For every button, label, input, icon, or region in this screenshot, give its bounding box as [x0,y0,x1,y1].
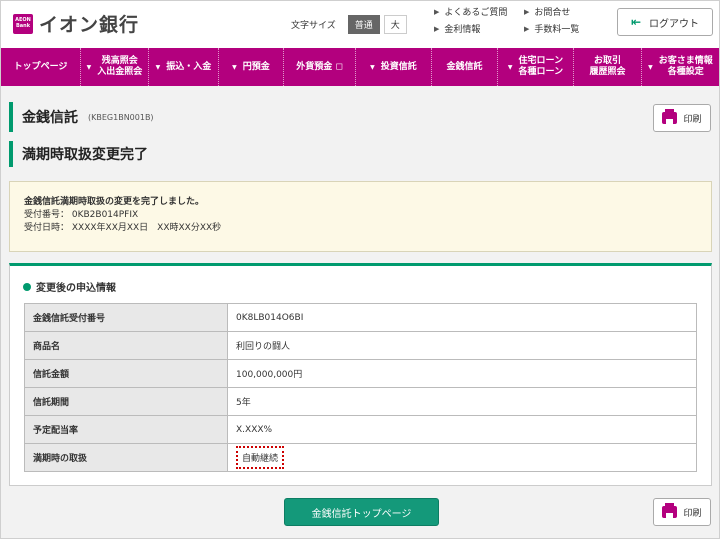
caret-down-icon: ▼ [648,63,653,71]
page: AEON Bank イオン銀行 文字サイズ 普通 大 ▶ よくあるご質問 ▶ お問合… [0,0,720,539]
row-value: X.XXX% [227,415,697,444]
table-row: 予定配当率 X.XXX% [24,415,697,444]
faq-link[interactable]: ▶ よくあるご質問 [434,5,524,19]
nav-item-label: 住宅ローン 各種ローン [518,56,564,77]
row-key: 金銭信託受付番号 [24,303,228,332]
contact-link[interactable]: ▶ お問合せ [524,5,614,19]
logout-label: ログアウト [649,18,700,30]
printer-icon [662,109,678,124]
logo-mark: AEON Bank [13,13,33,34]
nav-item-label: お取引 履歴照会 [589,56,626,77]
nav-item-label: 振込・入金 [166,61,212,72]
table-row: 商品名 利回りの闘人 [24,331,697,360]
row-key: 信託金額 [24,359,228,388]
application-info-table: 金銭信託受付番号 0K8LB014O6BI 商品名 利回りの闘人 信託金額 10… [24,303,697,472]
nav-item-label: 外貨預金 ◻ [296,61,343,72]
row-value-cell: 自動継続 [227,443,697,472]
caret-down-icon: ▼ [370,63,375,71]
logout-button[interactable]: ⇤ ログアウト [617,8,713,36]
row-value: 0K8LB014O6BI [227,303,697,332]
table-row: 信託金額 100,000,000円 [24,359,697,388]
aeon-bank-logo[interactable]: AEON Bank イオン銀行 [13,10,139,37]
print-button-bottom[interactable]: 印刷 [653,498,711,526]
row-key: 信託期間 [24,387,228,416]
table-row: 金銭信託受付番号 0K8LB014O6BI [24,303,697,332]
nav-item-transfer[interactable]: ▼ 振込・入金 [149,48,219,86]
row-key: 満期時の取扱 [24,443,228,472]
nav-item-label: お客さま情報 各種設定 [658,56,713,77]
nav-item-history[interactable]: お取引 履歴照会 [574,48,642,86]
message-line-1: 金銭信託満期時取扱の変更を完了しました。 [24,197,205,207]
maturity-handling-value: 自動継続 [236,446,285,469]
interest-rate-link[interactable]: ▶ 金利情報 [434,22,524,36]
table-row: 信託期間 5年 [24,387,697,416]
font-size-large-button[interactable]: 大 [383,15,407,34]
arrow-right-icon: ▶ [524,24,530,33]
nav-item-label: 残高照会 入出金照会 [97,56,143,77]
nav-item-customer-settings[interactable]: ▼ お客さま情報 各種設定 [642,48,719,86]
page-title-bar: 金銭信託 (KBEG1BN001B) [9,102,154,132]
interest-rate-link-label: 金利情報 [444,25,481,35]
panel-heading-label: 変更後の申込情報 [36,283,116,294]
nav-item-top[interactable]: トップページ [1,48,81,86]
nav-item-label: 円預金 [242,61,270,72]
nav-item-investment-trust[interactable]: ▼ 投資信託 [356,48,432,86]
font-size-label: 文字サイズ [291,21,336,31]
nav-item-money-trust[interactable]: 金銭信託 [432,48,498,86]
header: AEON Bank イオン銀行 文字サイズ 普通 大 ▶ よくあるご質問 ▶ お問合… [1,1,719,49]
bullet-dot-icon [23,282,31,291]
page-subtitle: 満期時取扱変更完了 [9,141,148,167]
row-value: 5年 [227,387,697,416]
print-label: 印刷 [683,114,702,125]
font-size-switcher: 文字サイズ 普通 大 [291,15,407,34]
logo-text: イオン銀行 [39,14,140,36]
nav-item-yen-deposit[interactable]: ▼ 円預金 [219,48,284,86]
printer-icon [662,503,678,518]
nav-item-label: トップページ [13,61,68,72]
caret-down-icon: ▼ [232,63,237,71]
fees-link[interactable]: ▶ 手数料一覧 [524,22,614,36]
nav-item-label: 投資信託 [380,61,417,72]
arrow-right-icon: ▶ [434,7,440,16]
nav-item-balance[interactable]: ▼ 残高照会 入出金照会 [81,48,149,86]
caret-down-icon: ▼ [86,63,92,71]
row-key: 予定配当率 [24,415,228,444]
print-label: 印刷 [683,508,702,519]
font-size-normal-button[interactable]: 普通 [347,15,380,34]
contact-link-label: お問合せ [534,8,571,18]
updated-application-panel: 変更後の申込情報 金銭信託受付番号 0K8LB014O6BI 商品名 利回りの闘… [9,263,712,486]
caret-down-icon: ▼ [155,63,161,71]
page-title: 金銭信託 [22,110,78,126]
table-row: 満期時の取扱 自動継続 [24,443,697,472]
nav-item-label: 金銭信託 [446,61,483,72]
fees-link-label: 手数料一覧 [534,25,580,35]
message-receipt-number: 受付番号： 0KB2B014PFIX [24,210,139,220]
row-key: 商品名 [24,331,228,360]
screen-code: (KBEG1BN001B) [88,112,154,122]
faq-link-label: よくあるご質問 [444,8,508,18]
arrow-right-icon: ▶ [434,24,440,33]
completion-message: 金銭信託満期時取扱の変更を完了しました。 受付番号： 0KB2B014PFIX … [9,181,712,252]
arrow-right-icon: ▶ [524,7,530,16]
message-receipt-datetime: 受付日時： XXXX年XX月XX日 XX時XX分XX秒 [24,223,222,233]
logout-icon: ⇤ [630,15,642,29]
panel-heading: 変更後の申込情報 [23,279,116,294]
nav-item-loans[interactable]: ▼ 住宅ローン 各種ローン [498,48,574,86]
money-trust-top-button[interactable]: 金銭信託トップページ [284,498,439,526]
row-value: 利回りの闘人 [227,331,697,360]
header-links: ▶ よくあるご質問 ▶ お問合せ ▶ 金利情報 ▶ 手数料一覧 [434,5,614,36]
caret-down-icon: ▼ [507,63,513,71]
nav-item-foreign-deposit[interactable]: 外貨預金 ◻ [284,48,356,86]
row-value: 100,000,000円 [227,359,697,388]
print-button-top[interactable]: 印刷 [653,104,711,132]
global-nav: トップページ ▼ 残高照会 入出金照会 ▼ 振込・入金 ▼ 円預金 外貨預金 ◻ ▼ 投… [1,48,719,86]
